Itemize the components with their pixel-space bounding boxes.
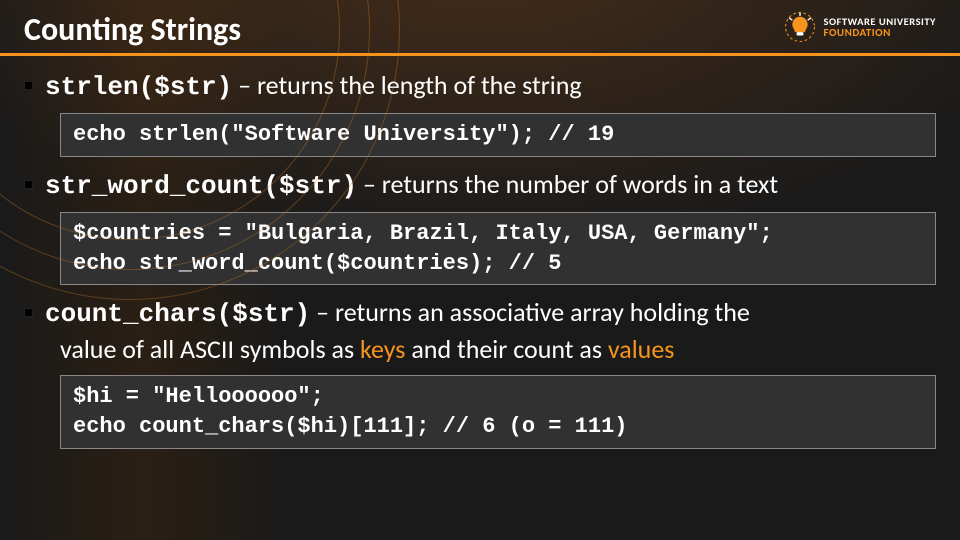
desc-part: and their count as [405, 333, 607, 365]
values-highlight: values [608, 333, 675, 365]
bullet-wordcount: str_word_count($str) – returns the numbe… [24, 167, 936, 204]
fn-name: strlen($str) [45, 72, 232, 102]
bullet-countchars: count_chars($str) – returns an associati… [24, 295, 936, 332]
title-underline [0, 53, 960, 56]
bullet-icon [24, 180, 33, 189]
fn-name: count_chars($str) [45, 299, 310, 329]
bullet-icon [24, 81, 33, 90]
sep: – [357, 168, 382, 200]
bullet-icon [24, 308, 33, 317]
page-title: Counting Strings [24, 10, 241, 49]
logo: SOFTWARE UNIVERSITY FOUNDATION [783, 10, 936, 44]
code-strlen: echo strlen("Software University"); // 1… [60, 113, 936, 157]
header: Counting Strings SOFTWARE UNIVERSITY FOU… [0, 0, 960, 53]
bullet-strlen: strlen($str) – returns the length of the… [24, 68, 936, 105]
code-countchars: $hi = "Helloooooo"; echo count_chars($hi… [60, 375, 936, 448]
content: strlen($str) – returns the length of the… [0, 68, 960, 449]
desc-part: value of all ASCII symbols as [60, 333, 360, 365]
fn-desc: returns the number of words in a text [382, 168, 778, 200]
code-wordcount: $countries = "Bulgaria, Brazil, Italy, U… [60, 212, 936, 285]
logo-text: SOFTWARE UNIVERSITY FOUNDATION [823, 16, 936, 39]
lightbulb-icon [783, 10, 817, 44]
keys-highlight: keys [360, 333, 405, 365]
fn-name: str_word_count($str) [45, 171, 357, 201]
sep: – [232, 69, 257, 101]
sep: – [310, 296, 335, 328]
bullet-countchars-line2: value of all ASCII symbols as keys and t… [60, 332, 936, 367]
logo-line2: FOUNDATION [823, 27, 936, 39]
fn-desc: returns the length of the string [257, 69, 582, 101]
fn-desc-pre: returns an associative array holding the [335, 296, 750, 328]
